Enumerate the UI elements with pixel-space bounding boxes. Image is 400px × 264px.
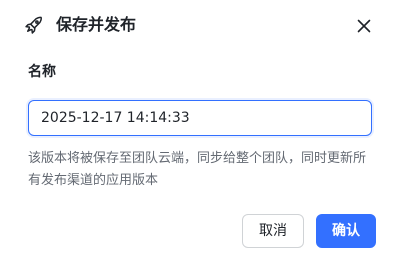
dialog-title: 保存并发布 xyxy=(56,15,137,34)
close-button[interactable] xyxy=(352,14,376,38)
close-icon xyxy=(356,18,372,34)
confirm-button[interactable]: 确认 xyxy=(316,214,376,248)
dialog-body: 名称 该版本将被保存至团队云端，同步给整个团队，同时更新所有发布渠道的应用版本 xyxy=(28,62,372,192)
dialog-header: 保存并发布 xyxy=(0,0,400,52)
cancel-button[interactable]: 取消 xyxy=(242,214,304,248)
description-text: 该版本将被保存至团队云端，同步给整个团队，同时更新所有发布渠道的应用版本 xyxy=(28,151,367,188)
rocket-icon xyxy=(24,15,44,35)
save-publish-dialog: 保存并发布 名称 该版本将被保存至团队云端，同步给整个团队，同时更新所有发布渠道… xyxy=(0,0,400,264)
dialog-footer: 取消 确认 xyxy=(242,214,376,248)
name-input[interactable] xyxy=(28,100,372,136)
name-label: 名称 xyxy=(28,64,56,80)
